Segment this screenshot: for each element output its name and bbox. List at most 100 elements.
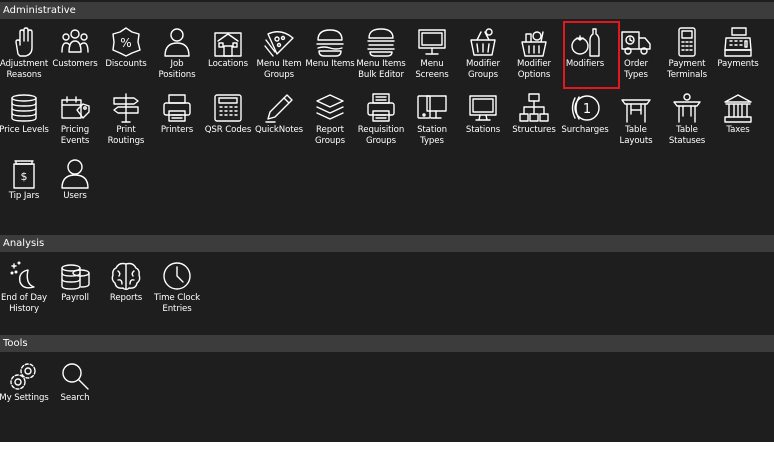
section-header-tools: Tools xyxy=(0,335,774,352)
hand-icon xyxy=(8,26,40,58)
building-icon xyxy=(212,26,244,58)
section-header-analysis: Analysis xyxy=(0,235,774,252)
cash-register-icon xyxy=(722,26,754,58)
svg-text:%: % xyxy=(120,36,131,50)
burger-icon xyxy=(314,26,346,58)
delivery-truck-icon xyxy=(620,26,652,58)
payment-terminal-icon xyxy=(671,26,703,58)
pizza-icon xyxy=(263,26,295,58)
tile-menu-screens[interactable]: Menu Screens xyxy=(407,26,457,86)
tile-price-levels[interactable]: Price Levels xyxy=(0,92,49,152)
tile-menu-item-groups[interactable]: Menu Item Groups xyxy=(254,26,304,86)
tile-label: Time Clock Entries xyxy=(153,293,201,314)
tile-label: Menu Items xyxy=(305,59,355,69)
pen-icon xyxy=(263,92,295,124)
tile-label: Tip Jars xyxy=(8,191,40,201)
tile-time-clock-entries[interactable]: Time Clock Entries xyxy=(152,260,202,320)
tile-taxes[interactable]: Taxes xyxy=(713,92,763,152)
tile-label: Payment Terminals xyxy=(667,59,707,80)
tile-report-groups[interactable]: Report Groups xyxy=(305,92,355,152)
tile-payment-terminals[interactable]: Payment Terminals xyxy=(662,26,712,86)
tile-label: QuickNotes xyxy=(254,125,304,135)
tile-label: Locations xyxy=(208,59,248,69)
tile-table-statuses[interactable]: Table Statuses xyxy=(662,92,712,152)
tile-job-positions[interactable]: Job Positions xyxy=(152,26,202,86)
org-chart-icon xyxy=(518,92,550,124)
svg-text:1: 1 xyxy=(583,102,591,117)
tile-label: Report Groups xyxy=(314,125,346,146)
tile-users[interactable]: Users xyxy=(50,158,100,218)
tile-search[interactable]: Search xyxy=(50,360,100,420)
tile-payments[interactable]: Payments xyxy=(713,26,763,86)
layers-icon xyxy=(314,92,346,124)
tile-my-settings[interactable]: My Settings xyxy=(0,360,49,420)
station-monitor-icon xyxy=(467,92,499,124)
tile-payroll[interactable]: Payroll xyxy=(50,260,100,320)
tile-stations[interactable]: Stations xyxy=(458,92,508,152)
section-header-administrative: Administrative xyxy=(0,2,774,19)
tile-label: Price Levels xyxy=(0,125,49,135)
tile-tip-jars[interactable]: $ Tip Jars xyxy=(0,158,49,218)
tile-label: Menu Items Bulk Editor xyxy=(356,59,406,80)
tile-label: Modifier Groups xyxy=(466,59,500,80)
tile-label: Search xyxy=(60,393,90,403)
tile-label: Table Layouts xyxy=(619,125,653,146)
tile-label: QSR Codes xyxy=(204,125,252,135)
basket-items-icon xyxy=(518,26,550,58)
tablet-monitor-icon xyxy=(416,92,448,124)
tile-label: Station Types xyxy=(417,125,447,146)
tile-label: Pricing Events xyxy=(60,125,90,146)
tile-order-types[interactable]: Order Types xyxy=(611,26,661,86)
tile-modifiers[interactable]: Modifiers xyxy=(560,21,620,89)
tile-label: Stations xyxy=(465,125,501,135)
tile-label: Menu Item Groups xyxy=(256,59,302,80)
tile-label: Users xyxy=(63,191,87,201)
tile-surcharges[interactable]: 1 Surcharges xyxy=(560,92,610,152)
tile-qsr-codes[interactable]: QSR Codes xyxy=(203,92,253,152)
tile-label: Modifier Options xyxy=(517,59,551,80)
basket-icon xyxy=(467,26,499,58)
tile-print-routings[interactable]: Print Routings xyxy=(101,92,151,152)
tile-locations[interactable]: Locations xyxy=(203,26,253,86)
monitor-icon xyxy=(416,26,448,58)
payroll-coins-icon xyxy=(59,260,91,292)
moon-stars-icon xyxy=(8,260,40,292)
table-status-icon xyxy=(671,92,703,124)
search-icon xyxy=(59,360,91,392)
coin-one-icon: 1 xyxy=(569,92,601,124)
tile-label: Order Types xyxy=(624,59,648,80)
tile-end-of-day-history[interactable]: End of Day History xyxy=(0,260,49,320)
tile-discounts[interactable]: % Discounts xyxy=(101,26,151,86)
user-icon xyxy=(59,158,91,190)
tile-adjustment-reasons[interactable]: Adjustment Reasons xyxy=(0,26,49,86)
tile-table-layouts[interactable]: Table Layouts xyxy=(611,92,661,152)
tile-label: Payments xyxy=(717,59,759,69)
tile-reports[interactable]: Reports xyxy=(101,260,151,320)
tile-label: Job Positions xyxy=(158,59,196,80)
tile-station-types[interactable]: Station Types xyxy=(407,92,457,152)
tile-label: Discounts xyxy=(105,59,147,69)
tile-label: Structures xyxy=(512,125,556,135)
tile-modifier-groups[interactable]: Modifier Groups xyxy=(458,26,508,86)
tile-customers[interactable]: Customers xyxy=(50,26,100,86)
tile-label: Printers xyxy=(160,125,194,135)
tile-pricing-events[interactable]: Pricing Events xyxy=(50,92,100,152)
signpost-icon xyxy=(110,92,142,124)
tile-label: Customers xyxy=(52,59,98,69)
tile-modifier-options[interactable]: Modifier Options xyxy=(509,26,559,86)
tile-quicknotes[interactable]: QuickNotes xyxy=(254,92,304,152)
printer-doc-icon xyxy=(365,92,397,124)
coin-stack-icon xyxy=(8,92,40,124)
tile-label: Reports xyxy=(109,293,143,303)
tile-menu-items[interactable]: Menu Items xyxy=(305,26,355,86)
tile-label: Menu Screens xyxy=(415,59,449,80)
tile-printers[interactable]: Printers xyxy=(152,92,202,152)
tile-label: Requisition Groups xyxy=(357,125,405,146)
tile-label: Adjustment Reasons xyxy=(0,59,49,80)
clock-icon xyxy=(161,260,193,292)
tile-requisition-groups[interactable]: Requisition Groups xyxy=(356,92,406,152)
tile-structures[interactable]: Structures xyxy=(509,92,559,152)
burger-stack-icon xyxy=(365,26,397,58)
tile-label: Taxes xyxy=(726,125,750,135)
tile-menu-items-bulk-editor[interactable]: Menu Items Bulk Editor xyxy=(356,26,406,86)
